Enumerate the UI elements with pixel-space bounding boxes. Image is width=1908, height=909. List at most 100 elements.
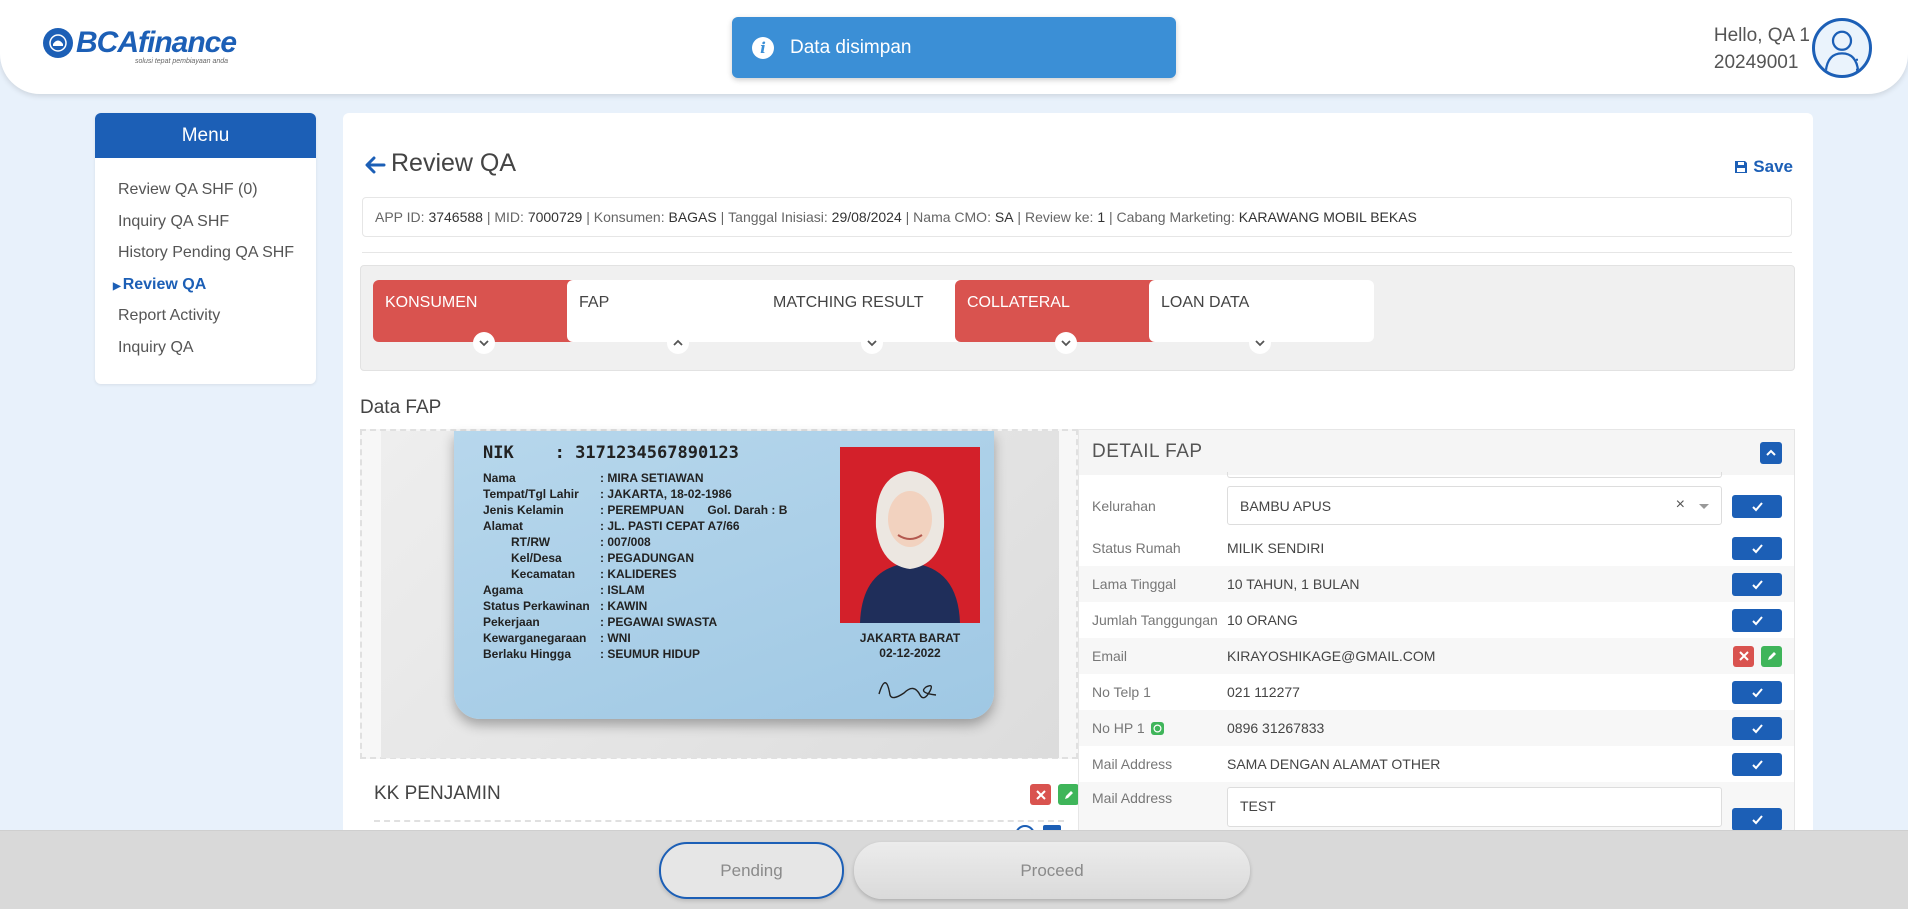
chevron-down-icon[interactable] (1249, 332, 1271, 354)
caret-right-icon: ▶ (113, 280, 121, 292)
mid-value: 7000729 (527, 209, 583, 225)
check-icon (1751, 501, 1763, 511)
bottom-action-bar: Pending Proceed (0, 830, 1908, 909)
tab-collateral[interactable]: COLLATERAL (955, 280, 1180, 354)
save-icon (1735, 161, 1748, 173)
logo-tagline: solusi tepat pembiayaan anda (135, 58, 229, 65)
tab-konsumen[interactable]: KONSUMEN (373, 280, 598, 354)
check-icon (1751, 579, 1763, 589)
ktp-field-value: : SEUMUR HIDUP (600, 647, 701, 661)
ktp-field-value: : KALIDERES (600, 567, 677, 581)
field-label-with-icon: No HP 1 (1092, 720, 1164, 736)
sidebar-item-history-pending[interactable]: History Pending QA SHF (118, 241, 316, 273)
verify-button[interactable] (1732, 752, 1782, 776)
field-value: 10 ORANG (1227, 612, 1298, 628)
sidebar-item-review-qa-shf[interactable]: Review QA SHF (0) (118, 178, 316, 210)
ktp-field-value: : PEGADUNGAN (600, 551, 695, 565)
tab-fap[interactable]: FAP (567, 280, 792, 354)
verify-button[interactable] (1732, 680, 1782, 704)
chevron-down-icon[interactable] (1055, 332, 1077, 354)
sidebar-item-inquiry-qa[interactable]: Inquiry QA (118, 336, 316, 368)
cabang-label: Cabang Marketing: (1116, 209, 1235, 225)
ktp-image-frame[interactable]: NIK : 3171234567890123 Nama: MIRA SETIAW… (360, 429, 1078, 759)
kk-actions (1030, 784, 1079, 805)
field-label: No Telp 1 (1092, 684, 1151, 700)
info-icon: i (752, 36, 774, 59)
back-arrow-icon[interactable] (363, 153, 387, 177)
whatsapp-icon[interactable] (1150, 721, 1164, 735)
sidebar-item-review-qa[interactable]: ▶ Review QA (113, 273, 316, 305)
review-label: Review ke: (1024, 209, 1094, 225)
clear-icon[interactable]: × (1676, 496, 1685, 514)
ktp-field-value: : JAKARTA, 18-02-1986 (600, 487, 732, 501)
detail-row-kelurahan: Kelurahan BAMBU APUS × (1079, 482, 1794, 530)
tab-loan-data[interactable]: LOAN DATA (1149, 280, 1374, 354)
check-icon (1751, 687, 1763, 697)
verify-button[interactable] (1732, 608, 1782, 632)
dropdown-arrow-icon[interactable] (1699, 504, 1709, 509)
detail-row-lama-tinggal: Lama Tinggal 10 TAHUN, 1 BULAN (1079, 566, 1794, 602)
logo-wordmark: BCAfinance (76, 26, 237, 59)
pencil-icon (1767, 652, 1776, 660)
ktp-field-key: Nama (483, 471, 516, 485)
detail-row-jumlah-tanggungan: Jumlah Tanggungan 10 ORANG (1079, 602, 1794, 638)
sidebar-item-inquiry-qa-shf[interactable]: Inquiry QA SHF (118, 210, 316, 242)
ktp-field-value: : ISLAM (600, 583, 645, 597)
sidebar-item-report-activity[interactable]: Report Activity (118, 304, 316, 336)
field-label: Kelurahan (1092, 498, 1156, 514)
select-value: BAMBU APUS (1240, 497, 1332, 514)
ktp-field: Kel/Desa: PEGADUNGAN (483, 551, 694, 565)
field-value: 021 112277 (1227, 684, 1300, 700)
chevron-down-icon[interactable] (861, 332, 883, 354)
tab-matching-result[interactable]: MATCHING RESULT (761, 280, 986, 354)
verify-button[interactable] (1732, 494, 1782, 518)
kelurahan-select[interactable]: BAMBU APUS × (1227, 486, 1722, 525)
ktp-field-key: Berlaku Hingga (483, 647, 572, 661)
chevron-down-icon[interactable] (473, 332, 495, 354)
ktp-field-key: Alamat (483, 519, 524, 533)
check-icon (1751, 615, 1763, 625)
reject-button[interactable] (1030, 784, 1051, 805)
tanggal-label: Tanggal Inisiasi: (728, 209, 828, 225)
field-label: Email (1092, 648, 1128, 664)
field-value: 0896 31267833 (1227, 720, 1325, 736)
konsumen-label: Konsumen: (593, 209, 665, 225)
verify-button[interactable] (1732, 716, 1782, 740)
close-icon (1738, 651, 1749, 661)
review-tabs: KONSUMEN FAP MATCHING RESULT COLLATERAL … (360, 265, 1795, 371)
ktp-field-value: : WNI (600, 631, 631, 645)
email-actions (1733, 645, 1782, 667)
verify-button[interactable] (1732, 572, 1782, 596)
ktp-field-key: RT/RW (511, 535, 551, 549)
ktp-field: Kecamatan: KALIDERES (483, 567, 677, 581)
chevron-up-icon[interactable] (667, 332, 689, 354)
detail-row-status-rumah: Status Rumah MILIK SENDIRI (1079, 530, 1794, 566)
signature-image (878, 682, 937, 699)
pending-button[interactable]: Pending (659, 842, 844, 899)
reject-button[interactable] (1733, 645, 1754, 667)
section-title: Data FAP (360, 397, 442, 418)
save-button[interactable]: Save (1734, 157, 1793, 177)
ktp-field-key: Jenis Kelamin (483, 503, 564, 517)
ktp-field: Pekerjaan: PEGAWAI SWASTA (483, 615, 717, 629)
kk-penjamin-title: KK PENJAMIN (374, 783, 501, 804)
verify-button[interactable] (1732, 536, 1782, 560)
user-id: 20249001 (1713, 52, 1799, 73)
mail-address-input[interactable]: TEST (1227, 787, 1722, 827)
edit-button[interactable] (1761, 645, 1782, 667)
proceed-button[interactable]: Proceed (854, 842, 1250, 899)
main-panel: Review QA Save APP ID: 3746588 | MID: 70… (343, 113, 1813, 909)
edit-button[interactable] (1058, 784, 1079, 805)
cmo-value: SA (994, 209, 1014, 225)
cabang-value: KARAWANG MOBIL BEKAS (1238, 209, 1417, 225)
field-label: No HP 1 (1092, 720, 1145, 736)
ktp-field: Berlaku Hingga : SEUMUR HIDUP (483, 647, 700, 661)
sidebar-title: Menu (95, 113, 316, 158)
tanggal-value: 29/08/2024 (831, 209, 902, 225)
user-menu-icon[interactable]: ⋮ (1850, 56, 1864, 73)
verify-button[interactable] (1732, 808, 1782, 831)
ktp-field: Alamat: JL. PASTI CEPAT A7/66 (483, 519, 740, 533)
ktp-nik-value: : 3171234567890123 (554, 443, 739, 463)
collapse-button[interactable] (1760, 442, 1782, 464)
tab-label: MATCHING RESULT (773, 294, 924, 311)
